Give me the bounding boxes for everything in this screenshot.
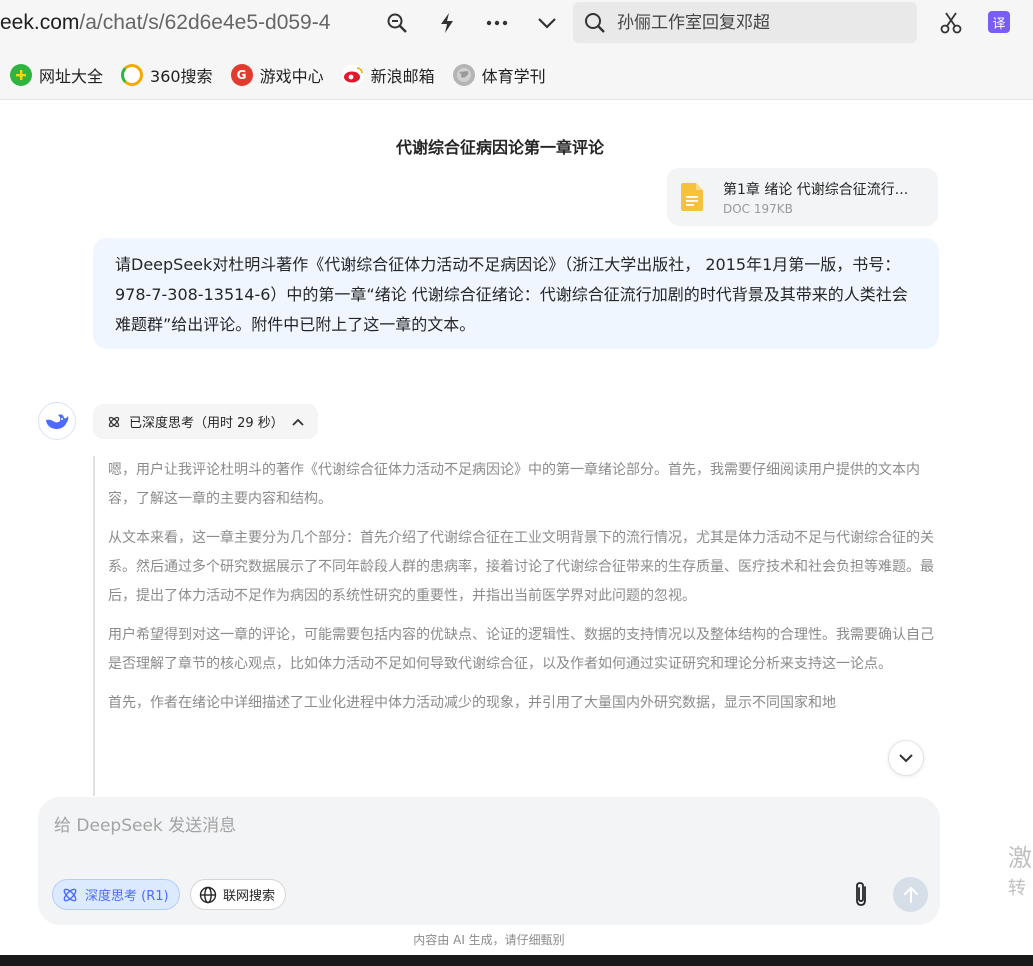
bookmark-item[interactable]: 360搜索 <box>121 63 213 87</box>
think-label: 已深度思考（用时 29 秒） <box>129 416 284 431</box>
atom-icon <box>108 416 120 427</box>
side-line-1: 激 <box>1008 844 1032 872</box>
plus-circle-icon <box>10 63 32 86</box>
bookmark-label: 新浪邮箱 <box>370 66 435 86</box>
chat-title: 代谢综合征病因论第一章评论 <box>395 138 604 157</box>
deep-think-button[interactable]: 深度思考 (R1) <box>52 879 180 910</box>
atom-icon <box>63 888 77 901</box>
arrow-up-icon <box>903 886 918 903</box>
reasoning-paragraph: 首先，作者在绪论中详细描述了工业化进程中体力活动减少的现象，并引用了大量国内外研… <box>108 695 836 711</box>
file-meta: DOC 197KB <box>723 201 793 216</box>
paperclip-icon[interactable] <box>849 879 873 909</box>
bookmark-label: 网址大全 <box>39 66 104 86</box>
lightning-icon[interactable] <box>422 6 472 40</box>
web-search-label: 联网搜索 <box>223 889 276 904</box>
file-name: 第1章 绪论 代谢综合征流行... <box>723 181 909 198</box>
weibo-icon <box>341 63 364 86</box>
url-domain: eek.com <box>0 11 80 34</box>
ai-disclaimer: 内容由 AI 生成，请仔细甄别 <box>413 933 565 947</box>
url-path: /a/chat/s/62d6e4e5-d059-4 <box>79 11 331 34</box>
bookmark-item[interactable]: 网址大全 <box>10 63 103 87</box>
globe-icon <box>452 63 475 86</box>
reasoning-paragraph: 从文本来看，这一章主要分为几个部分：首先介绍了代谢综合征在工业文明背景下的流行情… <box>108 530 934 604</box>
chat-area: 代谢综合征病因论第一章评论 第1章 绪论 代谢综合征流行... DOC 197K… <box>0 100 1033 955</box>
zoom-search-icon[interactable] <box>372 6 422 40</box>
attached-file-card[interactable]: 第1章 绪论 代谢综合征流行... DOC 197KB <box>667 168 938 226</box>
chevron-down-icon <box>899 754 913 763</box>
taskbar <box>0 955 1033 966</box>
browser-search-box[interactable] <box>573 2 917 43</box>
side-line-2: 转 <box>1008 878 1026 899</box>
globe-icon <box>199 886 217 903</box>
search-icon <box>573 12 617 34</box>
message-input[interactable] <box>54 811 914 851</box>
bookmark-item[interactable]: 新浪邮箱 <box>341 63 435 87</box>
bookmark-item[interactable]: 体育学刊 <box>452 63 546 87</box>
search-input[interactable] <box>617 12 897 33</box>
bookmark-label: 游戏中心 <box>259 66 324 86</box>
translate-icon[interactable]: 译 <box>988 11 1010 33</box>
document-icon <box>681 183 703 211</box>
scissors-icon[interactable] <box>938 10 964 36</box>
scroll-down-button[interactable] <box>888 740 924 776</box>
deep-think-toggle[interactable]: 已深度思考（用时 29 秒） <box>93 404 318 439</box>
address-actions <box>372 6 572 40</box>
bookmark-label: 体育学刊 <box>481 66 546 86</box>
send-button[interactable] <box>893 877 928 912</box>
user-message: 请DeepSeek对杜明斗著作《代谢综合征体力活动不足病因论》（浙江大学出版社，… <box>93 238 939 349</box>
search-360-icon <box>121 63 144 86</box>
bookmark-label: 360搜索 <box>150 66 213 86</box>
chevron-up-icon <box>292 418 304 426</box>
browser-toolbar: eek.com/a/chat/s/62d6e4e5-d059-4 译 <box>0 0 1033 50</box>
bookmark-item[interactable]: G 游戏中心 <box>230 63 324 87</box>
message-composer: 深度思考 (R1) 联网搜索 <box>38 797 940 925</box>
bookmarks-bar: 网址大全 360搜索 G 游戏中心 新浪邮箱 体育学刊 <box>0 50 1033 100</box>
deepseek-logo-icon <box>38 402 76 440</box>
chevron-down-icon[interactable] <box>522 6 572 40</box>
more-icon[interactable] <box>472 6 522 40</box>
reasoning-content: 嗯，用户让我评论杜明斗的著作《代谢综合征体力活动不足病因论》中的第一章绪论部分。… <box>93 456 939 796</box>
deep-think-label: 深度思考 (R1) <box>85 889 169 904</box>
reasoning-paragraph: 用户希望得到对这一章的评论，可能需要包括内容的优缺点、论证的逻辑性、数据的支持情… <box>108 627 934 672</box>
web-search-button[interactable]: 联网搜索 <box>190 879 287 910</box>
game-icon: G <box>230 63 253 86</box>
reasoning-paragraph: 嗯，用户让我评论杜明斗的著作《代谢综合征体力活动不足病因论》中的第一章绪论部分。… <box>108 462 920 507</box>
file-info: 第1章 绪论 代谢综合征流行... DOC 197KB <box>723 179 928 216</box>
side-floating-text: 激 转 <box>1008 840 1033 902</box>
